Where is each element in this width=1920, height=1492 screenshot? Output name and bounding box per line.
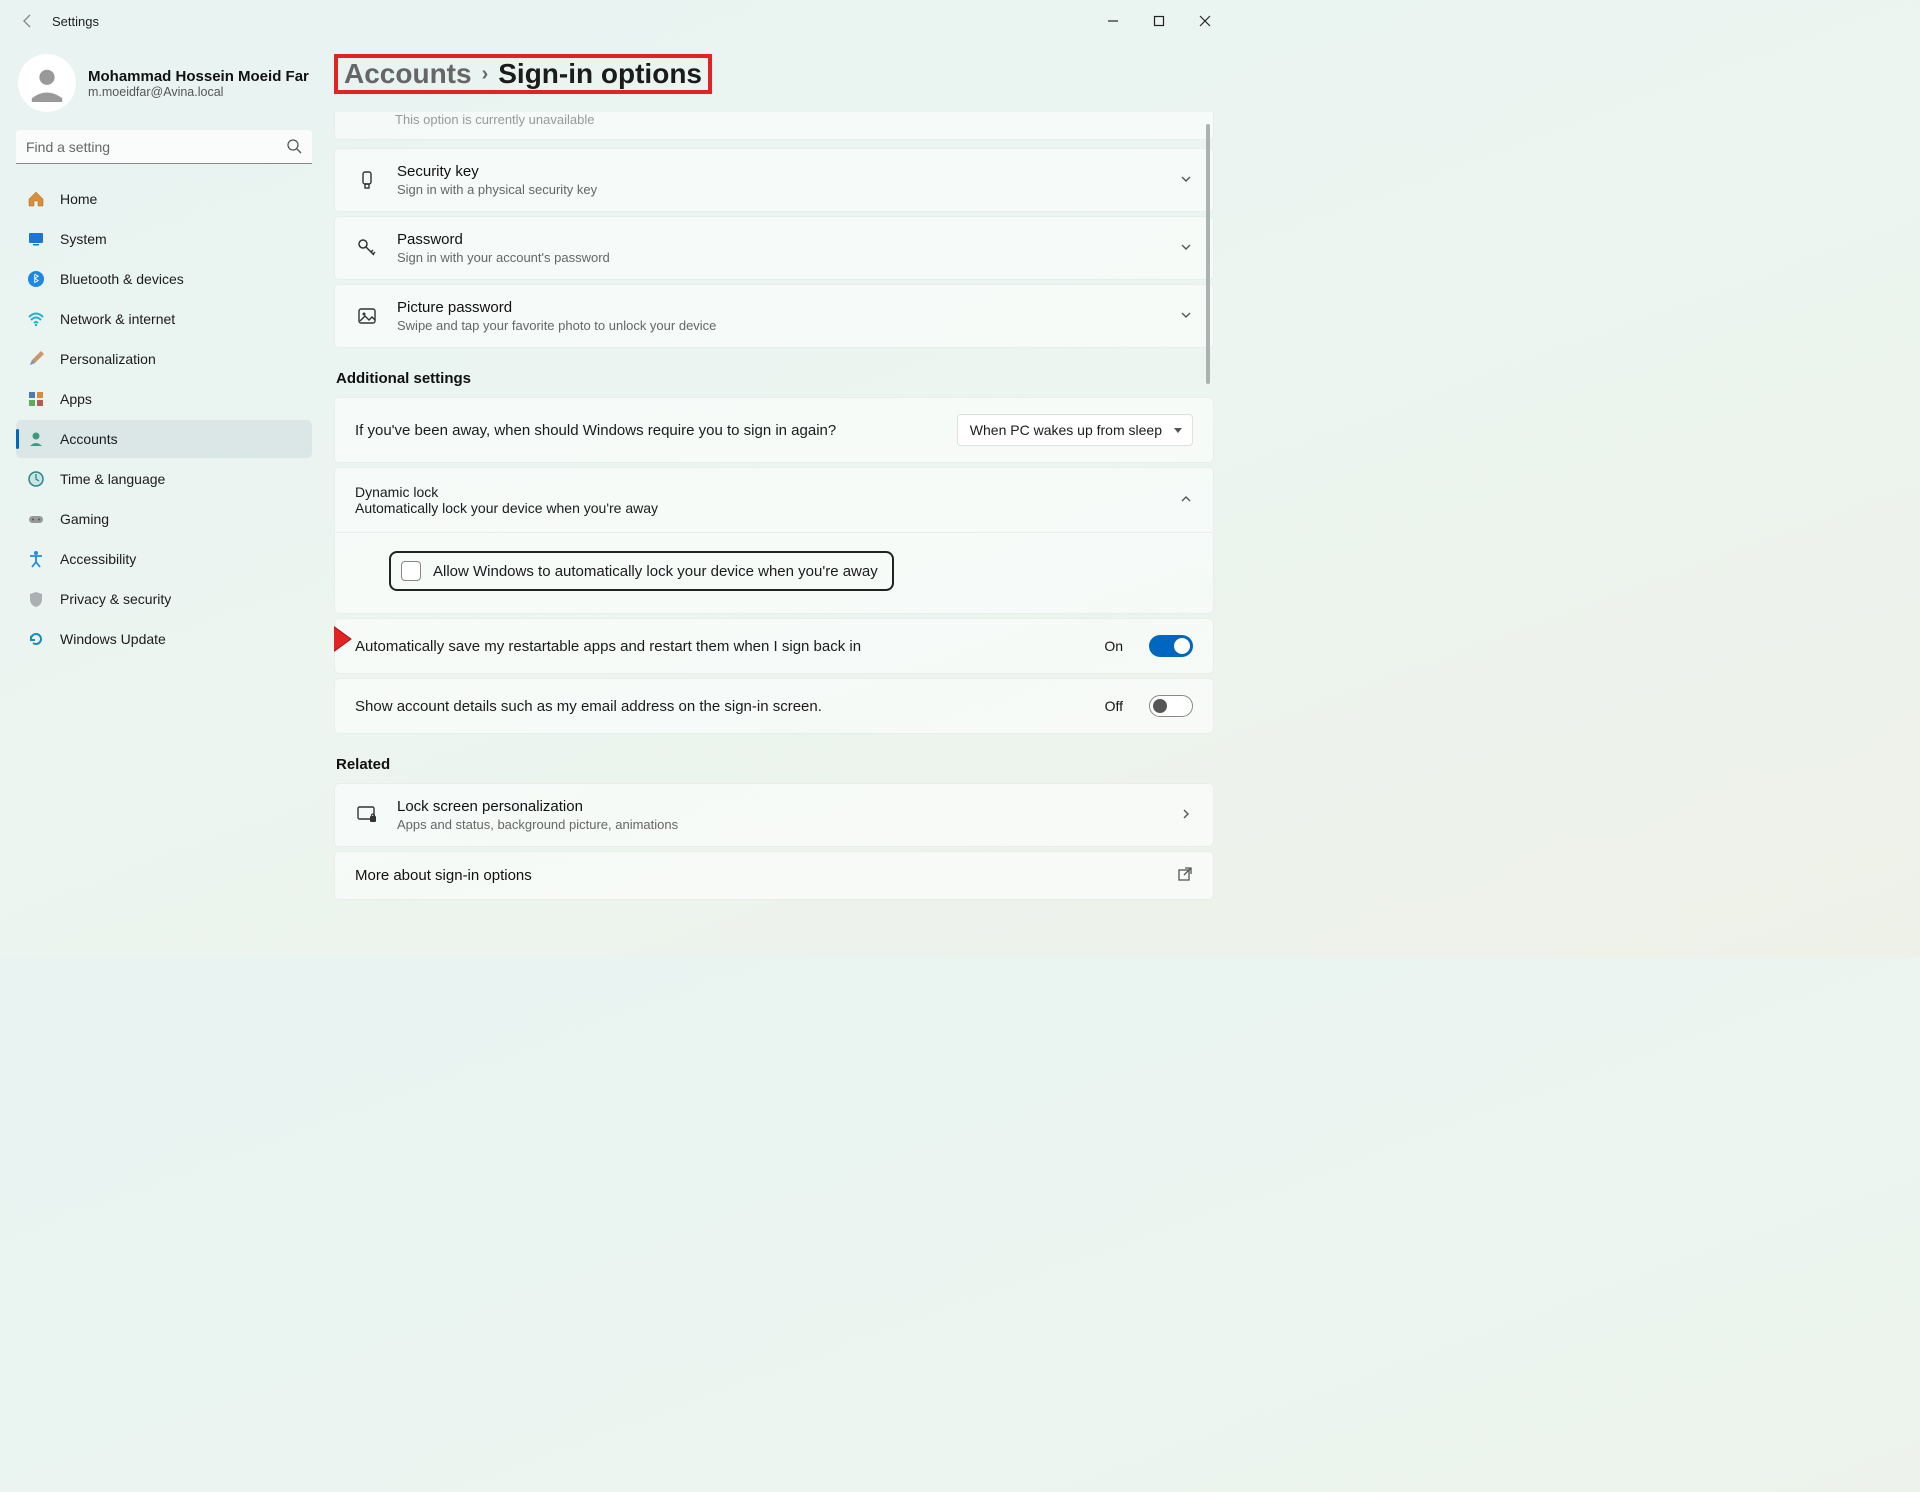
nav-gaming[interactable]: Gaming bbox=[16, 500, 312, 538]
chevron-right-icon bbox=[1179, 807, 1193, 824]
nav-accounts[interactable]: Accounts bbox=[16, 420, 312, 458]
chevron-up-icon bbox=[1179, 492, 1193, 509]
option-restart-apps[interactable]: Automatically save my restartable apps a… bbox=[334, 618, 1214, 674]
chevron-down-icon bbox=[1179, 172, 1193, 189]
option-require-signin[interactable]: If you've been away, when should Windows… bbox=[334, 397, 1214, 463]
nav-time-language[interactable]: Time & language bbox=[16, 460, 312, 498]
option-picture-password[interactable]: Picture passwordSwipe and tap your favor… bbox=[334, 284, 1214, 348]
close-button[interactable] bbox=[1182, 5, 1228, 37]
sidebar: Mohammad Hossein Moeid Far m.moeidfar@Av… bbox=[16, 48, 312, 658]
nav-home[interactable]: Home bbox=[16, 180, 312, 218]
search-input[interactable] bbox=[16, 130, 312, 164]
breadcrumb: Accounts › Sign-in options bbox=[334, 54, 712, 94]
wifi-icon bbox=[26, 309, 46, 329]
avatar bbox=[18, 54, 76, 112]
option-password[interactable]: PasswordSign in with your account's pass… bbox=[334, 216, 1214, 280]
nav-personalization[interactable]: Personalization bbox=[16, 340, 312, 378]
window-title: Settings bbox=[52, 14, 99, 29]
breadcrumb-parent[interactable]: Accounts bbox=[344, 58, 472, 90]
minimize-button[interactable] bbox=[1090, 5, 1136, 37]
nav-system[interactable]: System bbox=[16, 220, 312, 258]
require-signin-select[interactable]: When PC wakes up from sleep bbox=[957, 414, 1193, 446]
nav-privacy[interactable]: Privacy & security bbox=[16, 580, 312, 618]
home-icon bbox=[26, 189, 46, 209]
chevron-right-icon: › bbox=[482, 63, 489, 86]
option-dynamic-lock[interactable]: Dynamic lock Automatically lock your dev… bbox=[334, 467, 1214, 533]
accessibility-icon bbox=[26, 549, 46, 569]
checkbox[interactable] bbox=[401, 561, 421, 581]
titlebar: Settings bbox=[0, 0, 1232, 42]
dynamic-lock-body: Allow Windows to automatically lock your… bbox=[334, 533, 1214, 614]
update-icon bbox=[26, 629, 46, 649]
restart-apps-toggle[interactable] bbox=[1149, 635, 1193, 657]
user-profile[interactable]: Mohammad Hossein Moeid Far m.moeidfar@Av… bbox=[16, 48, 312, 118]
nav-apps[interactable]: Apps bbox=[16, 380, 312, 418]
chevron-down-icon bbox=[1179, 308, 1193, 325]
show-details-toggle[interactable] bbox=[1149, 695, 1193, 717]
nav-network[interactable]: Network & internet bbox=[16, 300, 312, 338]
option-security-key[interactable]: Security keySign in with a physical secu… bbox=[334, 148, 1214, 212]
back-button[interactable] bbox=[12, 5, 44, 37]
brush-icon bbox=[26, 349, 46, 369]
nav-bluetooth[interactable]: Bluetooth & devices bbox=[16, 260, 312, 298]
nav-accessibility[interactable]: Accessibility bbox=[16, 540, 312, 578]
user-email: m.moeidfar@Avina.local bbox=[88, 85, 309, 99]
scrollbar[interactable] bbox=[1206, 124, 1210, 384]
chevron-down-icon bbox=[1179, 240, 1193, 257]
system-icon bbox=[26, 229, 46, 249]
shield-icon bbox=[26, 589, 46, 609]
monitor-lock-icon bbox=[355, 804, 379, 826]
globe-clock-icon bbox=[26, 469, 46, 489]
annotation-arrow bbox=[334, 621, 353, 660]
related-more-signin[interactable]: More about sign-in options bbox=[334, 851, 1214, 900]
option-show-account-details[interactable]: Show account details such as my email ad… bbox=[334, 678, 1214, 734]
nav-windows-update[interactable]: Windows Update bbox=[16, 620, 312, 658]
breadcrumb-current: Sign-in options bbox=[498, 58, 702, 90]
bluetooth-icon bbox=[26, 269, 46, 289]
user-name: Mohammad Hossein Moeid Far bbox=[88, 68, 309, 85]
related-lock-screen[interactable]: Lock screen personalizationApps and stat… bbox=[334, 783, 1214, 847]
clipped-option: This option is currently unavailable bbox=[334, 112, 1214, 140]
gamepad-icon bbox=[26, 509, 46, 529]
apps-icon bbox=[26, 389, 46, 409]
additional-settings-header: Additional settings bbox=[336, 370, 1214, 387]
maximize-button[interactable] bbox=[1136, 5, 1182, 37]
related-header: Related bbox=[336, 756, 1214, 773]
content-area: Accounts › Sign-in options This option i… bbox=[334, 54, 1214, 957]
dynamic-lock-checkbox-row[interactable]: Allow Windows to automatically lock your… bbox=[389, 551, 894, 591]
external-link-icon bbox=[1177, 866, 1193, 885]
key-icon bbox=[355, 237, 379, 259]
person-icon bbox=[26, 429, 46, 449]
picture-icon bbox=[355, 306, 379, 326]
nav: Home System Bluetooth & devices Network … bbox=[16, 180, 312, 658]
search-icon bbox=[286, 138, 302, 157]
security-key-icon bbox=[355, 170, 379, 190]
